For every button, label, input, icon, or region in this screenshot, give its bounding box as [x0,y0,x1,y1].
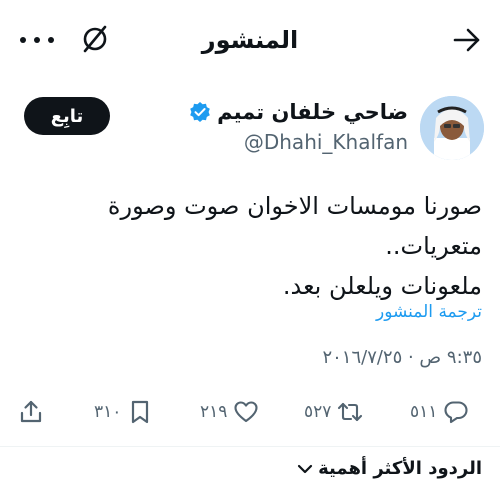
divider [0,446,500,447]
bookmark-button[interactable]: ٣١٠ [94,390,153,434]
like-button[interactable]: ٢١٩ [200,390,259,434]
repost-button[interactable]: ٥٢٧ [304,390,363,434]
reply-count: ٥١١ [410,402,438,422]
bookmark-icon [132,400,149,424]
replies-sort-dropdown[interactable]: الردود الأكثر أهمية [296,458,482,479]
share-icon [20,400,42,423]
author-name-text: ضاحي خلفان تميم [217,100,408,124]
reply-icon [444,401,468,424]
tweet-text-line: ملعونات ويلعلن بعد. [282,272,482,300]
repost-count: ٥٢٧ [304,402,332,422]
avatar-image [420,96,484,160]
chevron-down-icon [298,464,313,473]
avatar[interactable] [420,96,484,160]
reply-button[interactable]: ٥١١ [410,390,469,434]
more-horizontal-icon[interactable] [20,32,54,48]
timestamp[interactable]: ٩:٣٥ ص · ٢٠١٦/٧/٢٥ [322,347,482,368]
grok-icon[interactable] [80,24,110,54]
translate-post-link[interactable]: ترجمة المنشور [376,302,482,322]
top-bar: المنشور [0,0,500,84]
author-handle[interactable]: @Dhahi_Khalfan [244,130,408,154]
follow-button[interactable]: تابِع [24,97,110,135]
author-name[interactable]: ضاحي خلفان تميم [189,100,408,124]
arrow-right-icon[interactable] [452,26,482,54]
tweet-text-line: صورنا مومسات الاخوان صوت وصورة متعريات.. [107,192,482,260]
action-bar: ٣١٠ ٢١٩ ٥٢٧ ٥١١ [0,390,500,434]
replies-sort-label: الردود الأكثر أهمية [318,458,482,479]
heart-icon [234,401,258,423]
page-title: المنشور [201,26,299,54]
like-count: ٢١٩ [200,402,228,422]
repost-icon [338,402,363,422]
bookmark-count: ٣١٠ [94,402,122,422]
verified-badge-icon [190,102,210,122]
share-button[interactable] [18,390,44,434]
tweet-text: صورنا مومسات الاخوان صوت وصورة متعريات..… [12,186,482,306]
